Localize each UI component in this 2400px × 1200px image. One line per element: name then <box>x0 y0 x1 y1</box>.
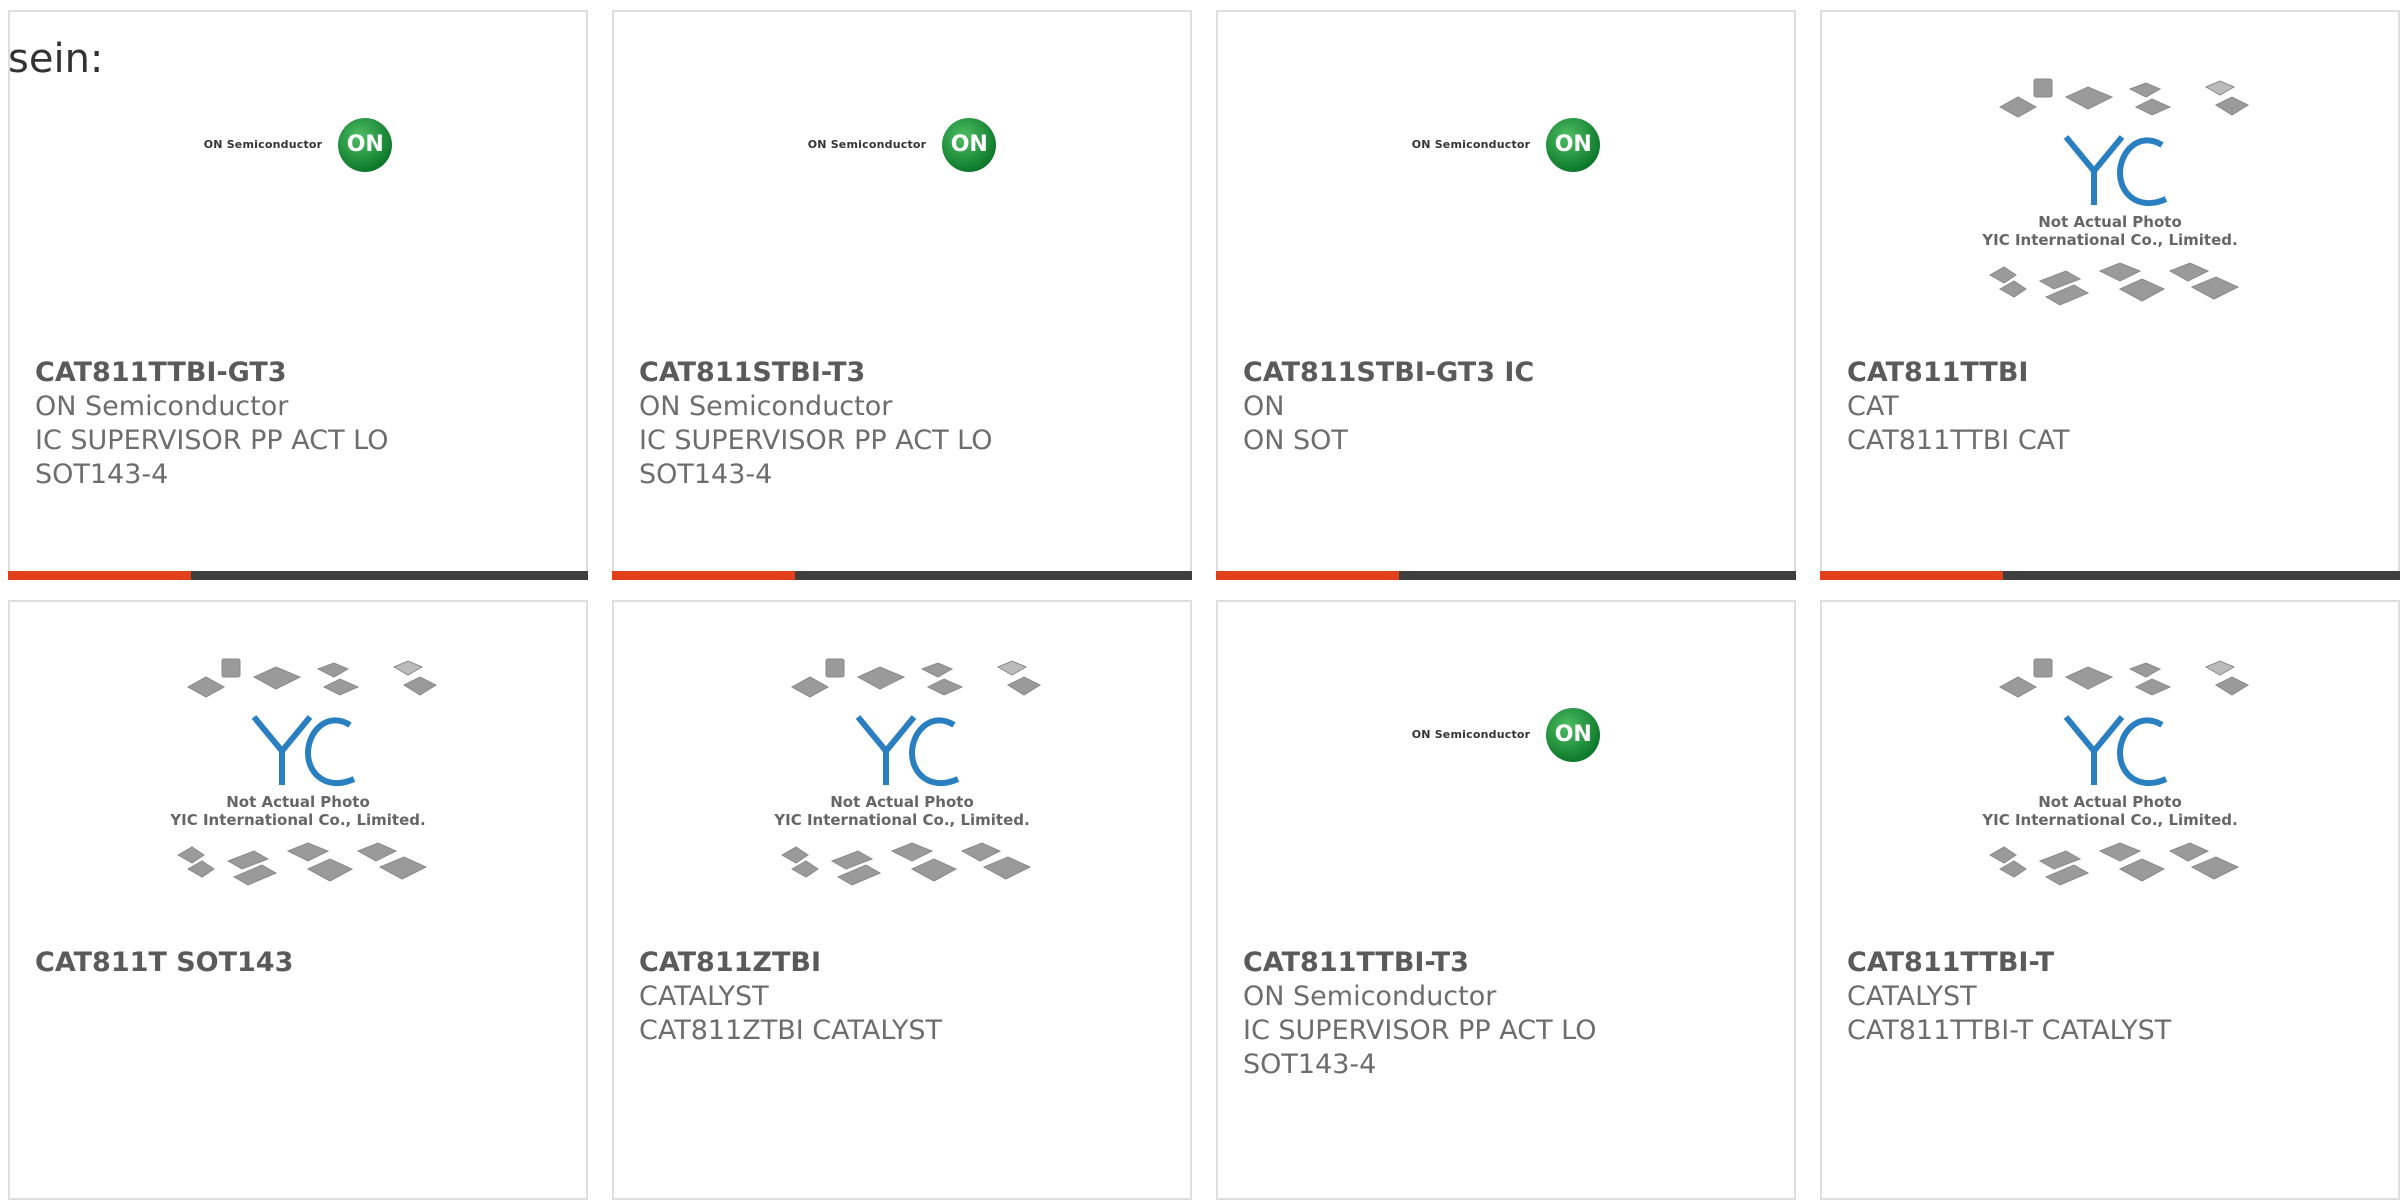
product-image: ON Semiconductor ON <box>1218 602 1794 947</box>
on-logo-text: ON Semiconductor <box>807 138 927 151</box>
on-logo-text: ON Semiconductor <box>1411 728 1531 741</box>
part-number[interactable]: CAT811STBI-GT3 IC <box>1243 356 1774 390</box>
manufacturer: CATALYST <box>1847 981 1977 1012</box>
product-info: CAT811STBI-GT3 IC ON ON SOT <box>1243 356 1774 458</box>
on-semiconductor-logo: ON Semiconductor ON <box>807 117 997 172</box>
yic-placeholder-image: Not Actual Photo YIC International Co., … <box>1981 78 2250 306</box>
card-bar-accent <box>8 571 191 580</box>
product-image: Not Actual Photo YIC International Co., … <box>1822 12 2398 357</box>
package: SOT143-4 <box>639 459 773 490</box>
card-bottom-bar <box>1216 571 1796 580</box>
on-semiconductor-logo: ON Semiconductor ON <box>1411 117 1601 172</box>
product-info: CAT811ZTBI CATALYST CAT811ZTBI CATALYST <box>639 946 1170 1048</box>
yic-caption-line2: YIC International Co., Limited. <box>169 811 425 829</box>
product-image: ON Semiconductor ON <box>1218 12 1794 357</box>
manufacturer: ON Semiconductor <box>639 391 893 422</box>
card-bottom-bar <box>612 571 1192 580</box>
part-number[interactable]: CAT811TTBI <box>1847 356 2378 390</box>
description: IC SUPERVISOR PP ACT LO <box>639 425 993 456</box>
product-card[interactable]: Not Actual Photo YIC International Co., … <box>1820 600 2400 1200</box>
description: CAT811ZTBI CATALYST <box>639 1015 942 1046</box>
package: SOT143-4 <box>35 459 169 490</box>
part-number[interactable]: CAT811ZTBI <box>639 946 1170 980</box>
yic-caption-line2: YIC International Co., Limited. <box>773 811 1029 829</box>
on-semiconductor-logo: ON Semiconductor ON <box>1411 707 1601 762</box>
on-semiconductor-logo: ON Semiconductor ON <box>203 117 393 172</box>
part-number[interactable]: CAT811TTBI-GT3 <box>35 356 566 390</box>
card-bar-accent <box>612 571 795 580</box>
product-info: CAT811TTBI CAT CAT811TTBI CAT <box>1847 356 2378 458</box>
product-card[interactable]: Not Actual Photo YIC International Co., … <box>612 600 1192 1200</box>
yic-caption-line1: Not Actual Photo <box>2038 793 2182 811</box>
part-number[interactable]: CAT811STBI-T3 <box>639 356 1170 390</box>
on-logo-text: ON Semiconductor <box>1411 138 1531 151</box>
part-number[interactable]: CAT811TTBI-T3 <box>1243 946 1774 980</box>
manufacturer: ON <box>1243 391 1285 422</box>
manufacturer: CAT <box>1847 391 1899 422</box>
yic-placeholder-image: Not Actual Photo YIC International Co., … <box>169 658 438 886</box>
yic-caption-line2: YIC International Co., Limited. <box>1981 811 2237 829</box>
card-bottom-bar <box>1820 571 2400 580</box>
yic-placeholder-image: Not Actual Photo YIC International Co., … <box>773 658 1042 886</box>
product-info: CAT811T SOT143 <box>35 946 566 980</box>
product-image: Not Actual Photo YIC International Co., … <box>614 602 1190 947</box>
yic-caption-line1: Not Actual Photo <box>830 793 974 811</box>
product-image: Not Actual Photo YIC International Co., … <box>1822 602 2398 947</box>
product-info: CAT811STBI-T3 ON Semiconductor IC SUPERV… <box>639 356 1170 492</box>
product-image: Not Actual Photo YIC International Co., … <box>10 602 586 947</box>
yic-placeholder-image: Not Actual Photo YIC International Co., … <box>1981 658 2250 886</box>
product-image: ON Semiconductor ON <box>614 12 1190 357</box>
product-info: CAT811TTBI-T CATALYST CAT811TTBI-T CATAL… <box>1847 946 2378 1048</box>
description: CAT811TTBI-T CATALYST <box>1847 1015 2172 1046</box>
intro-text: sein: <box>8 36 104 82</box>
on-logo-text: ON Semiconductor <box>203 138 323 151</box>
product-card[interactable]: ON Semiconductor ON CAT811TTBI-GT3 ON Se… <box>8 10 588 580</box>
on-logo-mark: ON <box>338 117 393 172</box>
part-number[interactable]: CAT811TTBI-T <box>1847 946 2378 980</box>
card-bar-accent <box>1216 571 1399 580</box>
product-card[interactable]: ON Semiconductor ON CAT811TTBI-T3 ON Sem… <box>1216 600 1796 1200</box>
description: ON SOT <box>1243 425 1348 456</box>
product-info: CAT811TTBI-T3 ON Semiconductor IC SUPERV… <box>1243 946 1774 1082</box>
product-card[interactable]: ON Semiconductor ON CAT811STBI-T3 ON Sem… <box>612 10 1192 580</box>
product-grid: ON Semiconductor ON CAT811TTBI-GT3 ON Se… <box>0 0 2400 1200</box>
manufacturer: CATALYST <box>639 981 769 1012</box>
part-number[interactable]: CAT811T SOT143 <box>35 946 566 980</box>
package: SOT143-4 <box>1243 1049 1377 1080</box>
product-info: CAT811TTBI-GT3 ON Semiconductor IC SUPER… <box>35 356 566 492</box>
description: IC SUPERVISOR PP ACT LO <box>1243 1015 1597 1046</box>
product-card[interactable]: ON Semiconductor ON CAT811STBI-GT3 IC ON… <box>1216 10 1796 580</box>
on-logo-mark: ON <box>942 117 997 172</box>
yic-caption-line1: Not Actual Photo <box>226 793 370 811</box>
card-bar-accent <box>1820 571 2003 580</box>
manufacturer: ON Semiconductor <box>35 391 289 422</box>
product-card[interactable]: Not Actual Photo YIC International Co., … <box>8 600 588 1200</box>
yic-caption-line1: Not Actual Photo <box>2038 213 2182 231</box>
manufacturer: ON Semiconductor <box>1243 981 1497 1012</box>
on-logo-mark: ON <box>1546 117 1601 172</box>
on-logo-mark: ON <box>1546 707 1601 762</box>
description: CAT811TTBI CAT <box>1847 425 2070 456</box>
product-card[interactable]: Not Actual Photo YIC International Co., … <box>1820 10 2400 580</box>
yic-caption-line2: YIC International Co., Limited. <box>1981 231 2237 249</box>
card-bottom-bar <box>8 571 588 580</box>
description: IC SUPERVISOR PP ACT LO <box>35 425 389 456</box>
